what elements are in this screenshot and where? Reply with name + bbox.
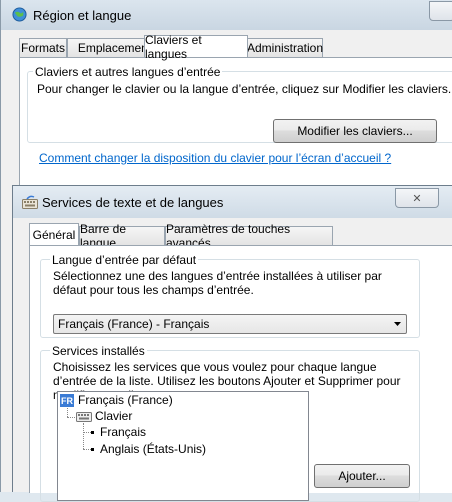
tab-label: Administration xyxy=(246,41,324,55)
close-icon: ✕ xyxy=(412,192,422,205)
add-button[interactable]: Ajouter... xyxy=(314,464,410,488)
tree-item[interactable]: Français xyxy=(100,425,146,439)
tab-label: Emplacement xyxy=(77,41,152,55)
title-bar: Région et langue xyxy=(1,0,452,30)
chevron-down-icon xyxy=(394,322,401,326)
close-button[interactable]: ✕ xyxy=(395,188,439,208)
window-title: Région et langue xyxy=(33,8,132,23)
installed-services-tree[interactable]: FR Français (France) Clavier Français An… xyxy=(57,391,309,501)
group-title: Claviers et autres langues d’entrée xyxy=(33,65,223,79)
close-button[interactable] xyxy=(429,1,452,21)
language-badge: FR xyxy=(60,394,74,407)
keyboard-icon xyxy=(22,195,38,209)
tree-item[interactable]: Anglais (États-Unis) xyxy=(100,442,206,456)
group-description: Sélectionnez une des langues d’entrée in… xyxy=(53,269,382,297)
tab-general[interactable]: Général xyxy=(29,223,79,245)
modify-keyboards-button[interactable]: Modifier les claviers... xyxy=(273,119,437,143)
tab-label: Claviers et langues xyxy=(145,32,202,61)
tab-label: Général xyxy=(32,227,76,242)
group-description: Pour changer le clavier ou la langue d’e… xyxy=(37,82,452,96)
button-label: Modifier les claviers... xyxy=(297,124,413,138)
help-link[interactable]: Comment changer la disposition du clavie… xyxy=(39,151,391,165)
group-title: Services installés xyxy=(50,344,147,358)
globe-icon xyxy=(12,7,27,22)
tab-administration[interactable]: Administration xyxy=(247,38,323,57)
tab-advanced-key-settings[interactable]: Paramètres de touches avancés xyxy=(165,222,333,250)
tree-connector xyxy=(67,408,68,417)
selected-value: Français (France) - Français xyxy=(58,317,210,331)
tab-formats[interactable]: Formats xyxy=(19,38,67,57)
tab-language-bar[interactable]: Barre de langue xyxy=(79,222,165,250)
group-title: Langue d’entrée par défaut xyxy=(50,253,199,267)
default-language-select[interactable]: Français (France) - Français xyxy=(53,314,407,334)
tree-language[interactable]: Français (France) xyxy=(78,393,173,407)
tree-connector xyxy=(83,449,91,450)
tree-category[interactable]: Clavier xyxy=(95,409,132,423)
keyboard-icon xyxy=(76,412,92,422)
button-label: Ajouter... xyxy=(338,469,386,483)
tab-label: Formats xyxy=(20,41,65,55)
text-services-window: Services de texte et de langues ✕ Généra… xyxy=(12,185,452,502)
tree-connector xyxy=(83,432,91,433)
tree-connector xyxy=(83,423,84,449)
bullet-icon xyxy=(91,448,94,451)
window-title: Services de texte et de langues xyxy=(42,195,224,210)
general-tab-panel: Langue d’entrée par défaut Sélectionnez … xyxy=(29,245,452,502)
title-bar: Services de texte et de langues ✕ xyxy=(13,186,452,218)
bullet-icon xyxy=(91,431,94,434)
tab-claviers-et-langues[interactable]: Claviers et langues xyxy=(144,33,248,61)
